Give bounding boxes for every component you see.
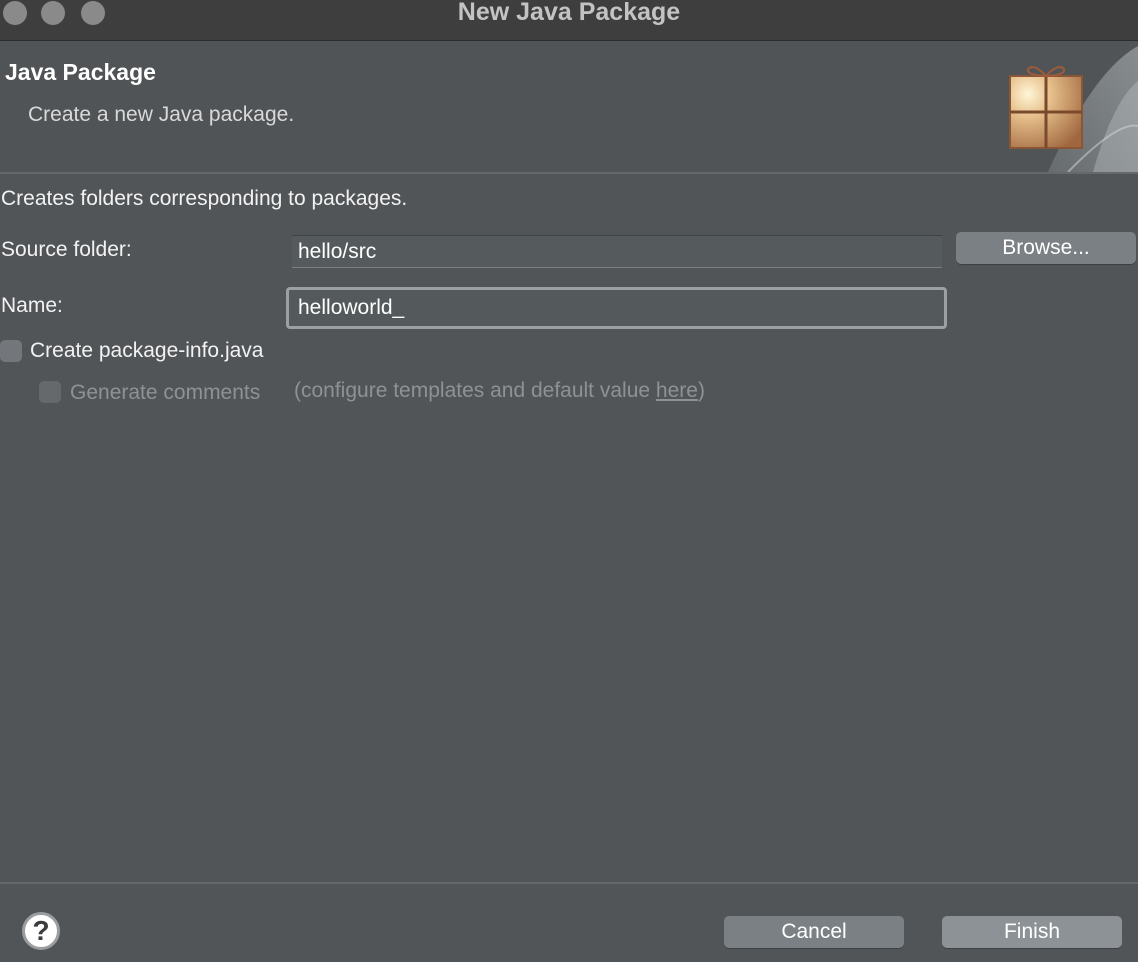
- browse-button[interactable]: Browse...: [956, 232, 1136, 264]
- generate-comments-label: Generate comments: [70, 381, 261, 404]
- name-label: Name:: [1, 294, 63, 317]
- source-folder-input[interactable]: [292, 235, 942, 268]
- generate-comments-checkbox: [39, 381, 61, 403]
- config-note-suffix: ): [697, 379, 705, 402]
- cancel-button[interactable]: Cancel: [724, 916, 904, 948]
- banner-description: Create a new Java package.: [28, 103, 295, 126]
- footer-divider: [0, 882, 1138, 884]
- package-name-input[interactable]: [286, 287, 947, 329]
- package-icon: [1009, 46, 1138, 172]
- wizard-intro-text: Creates folders corresponding to package…: [1, 187, 408, 210]
- source-folder-label: Source folder:: [1, 238, 132, 261]
- window-title: New Java Package: [457, 0, 681, 26]
- wizard-banner: Java Package Create a new Java package.: [0, 41, 1138, 174]
- configure-templates-note: (configure templates and default value h…: [294, 379, 705, 403]
- banner-title: Java Package: [5, 59, 156, 85]
- package-info-label[interactable]: Create package-info.java: [30, 339, 263, 363]
- config-note-prefix: (configure templates and default value: [294, 379, 656, 402]
- finish-button[interactable]: Finish: [942, 916, 1122, 948]
- title-bar[interactable]: New Java Package: [0, 0, 1138, 41]
- help-icon[interactable]: ?: [22, 912, 60, 950]
- new-java-package-dialog: New Java Package Java Package Create a n…: [0, 0, 1138, 962]
- configure-templates-link[interactable]: here: [656, 379, 698, 402]
- package-info-checkbox[interactable]: [0, 340, 22, 362]
